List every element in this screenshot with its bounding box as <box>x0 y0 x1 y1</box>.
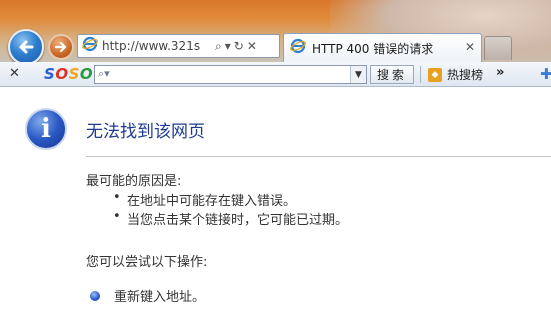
page-title: 无法找到该网页 <box>86 122 205 142</box>
soso-logo-letter: O <box>79 65 94 83</box>
forward-button[interactable] <box>48 34 74 60</box>
search-magnifier-icon: ⌕▾ <box>98 67 110 80</box>
search-dropdown-icon[interactable]: ▼ <box>350 66 366 83</box>
toolbar-search-input[interactable]: ⌕▾ ▼ <box>94 65 367 84</box>
forward-arrow-icon <box>54 41 67 53</box>
refresh-icon[interactable]: ↻ <box>234 39 244 53</box>
browser-titlebar: http://www.321s ⌕ ▾ ↻ ✕ HTTP 400 错误的请求 ✕ <box>0 0 551 62</box>
hot-search-label: 热搜榜 <box>447 68 484 82</box>
address-dropdown-icon[interactable]: ▾ <box>225 39 231 53</box>
bullet-orb-icon <box>90 290 100 301</box>
stop-icon[interactable]: ✕ <box>247 39 257 53</box>
hot-search-button[interactable]: ◆ 热搜榜 <box>428 66 483 83</box>
back-arrow-icon <box>19 40 34 54</box>
info-icon: i <box>25 108 67 150</box>
toolbar-more-icon[interactable]: » <box>496 65 504 80</box>
title-divider <box>86 156 551 157</box>
try-heading: 您可以尝试以下操作: <box>86 255 208 270</box>
tab-close-icon[interactable]: ✕ <box>465 40 475 54</box>
list-item: 在地址中可能存在键入错误。 <box>113 190 348 209</box>
tab-title: HTTP 400 错误的请求 <box>312 41 434 56</box>
address-url[interactable]: http://www.321s <box>102 39 212 53</box>
error-page: i 无法找到该网页 最可能的原因是: 在地址中可能存在键入错误。 当您点击某个链… <box>0 88 551 316</box>
hot-search-icon: ◆ <box>428 67 442 82</box>
ie-page-icon <box>82 36 98 56</box>
toolbar-close-icon[interactable]: ✕ <box>9 66 20 81</box>
soso-logo-letter: O <box>55 65 69 83</box>
cause-heading: 最可能的原因是: <box>86 174 182 189</box>
tab-active[interactable]: HTTP 400 错误的请求 ✕ <box>283 33 482 62</box>
address-search-icon[interactable]: ⌕ <box>215 39 222 54</box>
new-tab-button[interactable] <box>484 36 512 60</box>
soso-logo-letter: S <box>44 65 56 83</box>
action-label: 重新键入地址。 <box>114 290 206 305</box>
back-button[interactable] <box>8 29 44 62</box>
soso-toolbar: ✕ SOSO ⌕▾ ▼ 搜索 ◆ 热搜榜 » ✚ <box>0 62 551 87</box>
search-button[interactable]: 搜索 <box>370 65 414 84</box>
cause-list: 在地址中可能存在键入错误。 当您点击某个链接时，它可能已过期。 <box>113 190 348 228</box>
list-item: 当您点击某个链接时，它可能已过期。 <box>113 209 348 228</box>
soso-logo-letter: S <box>68 65 80 83</box>
toolbar-divider <box>420 66 421 83</box>
action-item-retype: 重新键入地址。 <box>90 286 205 305</box>
address-bar[interactable]: http://www.321s ⌕ ▾ ↻ ✕ <box>77 34 280 58</box>
soso-logo: SOSO <box>44 65 93 83</box>
add-icon[interactable]: ✚ <box>540 65 551 83</box>
tab-ie-icon <box>290 38 306 58</box>
